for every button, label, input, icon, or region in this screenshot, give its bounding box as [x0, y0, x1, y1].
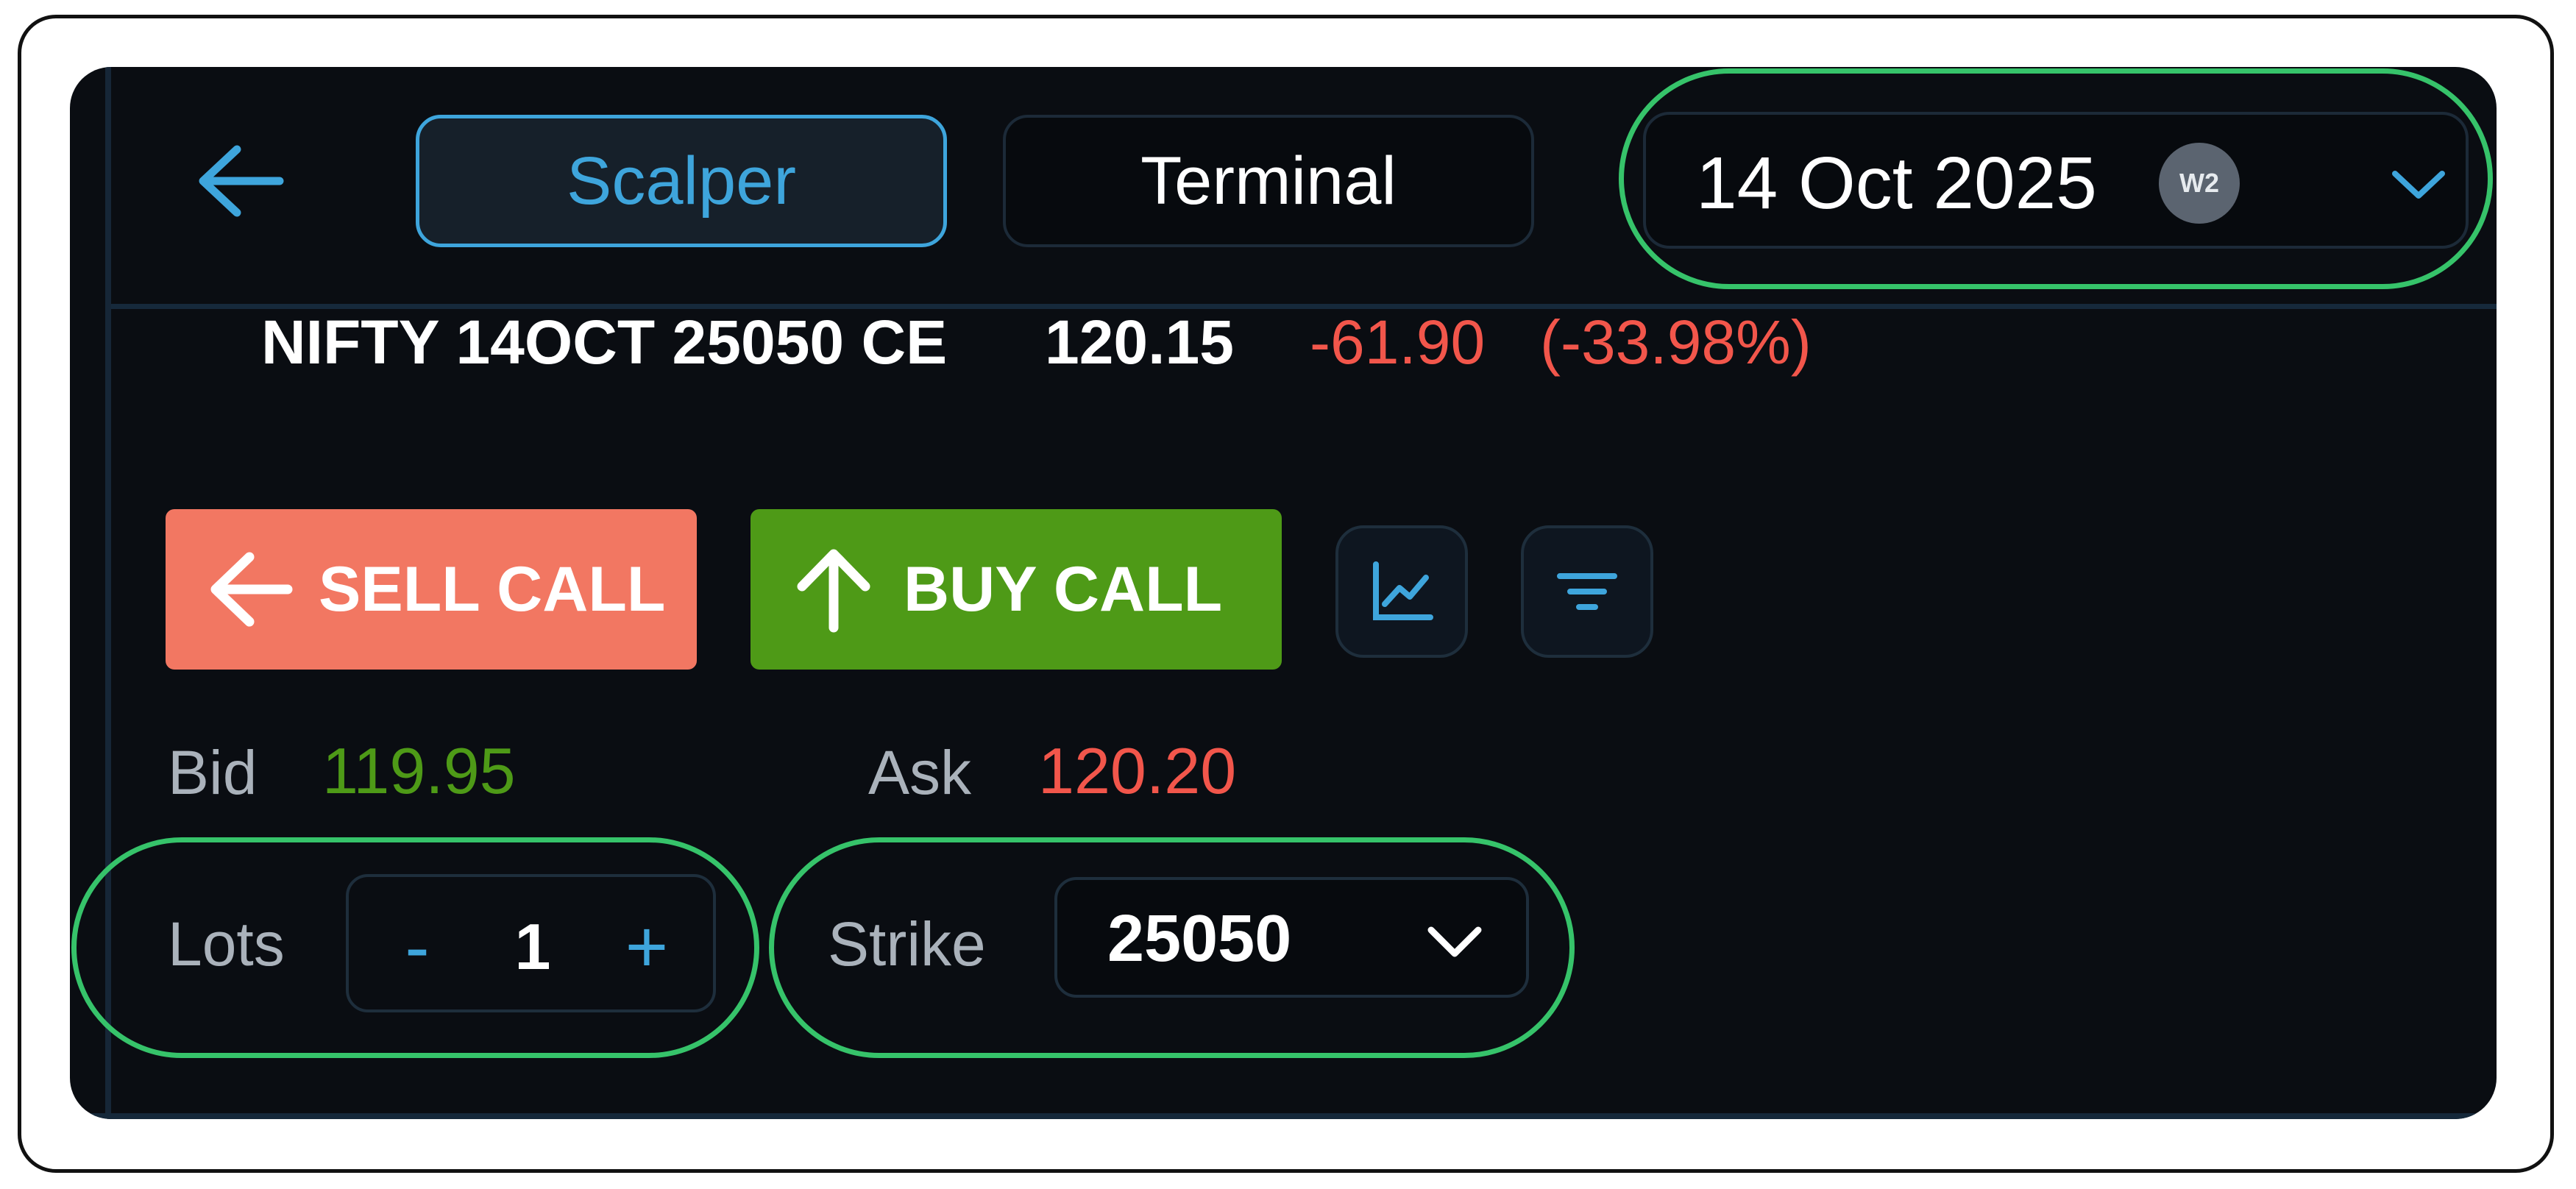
tab-terminal[interactable]: Terminal	[1003, 115, 1534, 247]
sell-call-button[interactable]: SELL CALL	[166, 509, 697, 670]
week-badge: W2	[2159, 143, 2240, 224]
line-chart-icon	[1373, 561, 1433, 620]
increment-button[interactable]: +	[606, 906, 687, 988]
buy-call-label: BUY CALL	[904, 553, 1223, 625]
ask-value: 120.20	[1038, 734, 1237, 807]
tab-scalper-label: Scalper	[567, 143, 796, 219]
sell-call-label: SELL CALL	[319, 553, 666, 625]
price-change: -61.90	[1310, 308, 1486, 377]
panel-bottom-rule	[70, 1113, 2497, 1119]
arrow-left-icon	[210, 552, 293, 627]
lots-value[interactable]: 1	[478, 906, 588, 987]
decrement-button[interactable]: -	[377, 906, 458, 988]
lots-stepper: - 1 +	[346, 874, 716, 1012]
strike-value: 25050	[1107, 902, 1292, 976]
arrow-left-icon	[199, 145, 284, 217]
filter-button[interactable]	[1521, 525, 1653, 658]
expiry-date-value: 14 Oct 2025	[1696, 142, 2097, 224]
strike-select[interactable]: 25050	[1054, 877, 1529, 998]
last-traded-price: 120.15	[1045, 308, 1234, 377]
bid-label: Bid	[168, 738, 258, 807]
expiry-date-select[interactable]: 14 Oct 2025 W2	[1643, 112, 2469, 249]
chart-button[interactable]	[1335, 525, 1468, 658]
chevron-down-icon	[2392, 171, 2445, 199]
ask-label: Ask	[868, 738, 972, 807]
strike-label: Strike	[828, 909, 986, 979]
chevron-down-icon	[1427, 926, 1482, 957]
buy-call-button[interactable]: BUY CALL	[751, 509, 1282, 670]
filter-icon	[1557, 573, 1617, 610]
back-button[interactable]	[191, 141, 287, 221]
price-change-percent: (-33.98%)	[1540, 308, 1812, 377]
tab-terminal-label: Terminal	[1140, 143, 1397, 219]
tab-scalper[interactable]: Scalper	[416, 115, 947, 247]
lots-label: Lots	[168, 909, 285, 979]
instrument-symbol: NIFTY 14OCT 25050 CE	[261, 308, 948, 377]
arrow-up-icon	[797, 549, 870, 633]
bid-value: 119.95	[322, 734, 516, 807]
panel-left-rule	[105, 67, 111, 1119]
